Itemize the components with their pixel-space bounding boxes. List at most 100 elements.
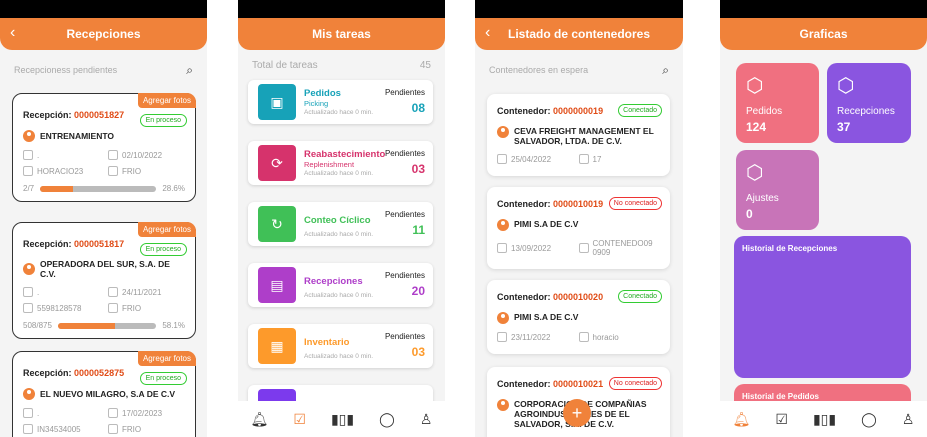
screen-graficas: Graficas ⬡ Pedidos 124 ⬡ Recepciones 37 … [720,0,927,437]
bottom-tab-bar: 🔔︎ ☑ ▮▯▮ ◯ ♙ [720,401,927,437]
pending-label: Pendientes [384,271,425,280]
task-card-conteo[interactable]: ↻ Conteo Cíclico Actualizado hace 0 min.… [248,202,433,246]
progress-bar [57,322,157,329]
progress-percent: 28.6% [162,184,185,193]
user-icon [497,126,509,138]
reception-card[interactable]: Agregar fotos En proceso Recepción: 0000… [12,222,196,339]
container-card[interactable]: Contenedor: 0000010019 No conectado PIMI… [487,187,670,269]
location-value: . [37,408,40,418]
location-icon [23,408,33,418]
search-icon[interactable]: ⌕ [186,63,193,78]
status-badge: En proceso [139,114,187,127]
location-value: . [37,287,40,297]
date-value: 24/11/2021 [122,287,162,297]
reception-card[interactable]: Agregar fotos En proceso Recepción: 0000… [12,93,196,202]
search-icon[interactable]: ⌕ [662,63,669,78]
container-card[interactable]: Contenedor: 0000000019 Conectado CEVA FR… [487,94,670,176]
date-value: 13/09/2022 [511,243,552,253]
task-card-reabastecimiento[interactable]: ⟳ Reabastecimiento Replenishment Actuali… [248,141,433,185]
container-card[interactable]: Contenedor: 0000010020 Conectado PIMI S.… [487,280,670,354]
page-title: Mis tareas [312,27,371,41]
container-label: Contenedor: [497,199,551,209]
task-card-pedidos[interactable]: ▣ Pedidos Picking Actualizado hace 0 min… [248,80,433,124]
add-photos-button[interactable]: Agregar fotos [137,93,196,108]
task-count: 11 [412,223,425,237]
box-icon: ⬡ [746,75,764,97]
reception-number: 0000052875 [74,368,125,378]
task-updated: Actualizado hace 0 min. [304,170,374,177]
tile-recepciones[interactable]: ⬡ Recepciones 37 [827,63,911,143]
bottom-tab-bar: 🔔︎ ☑ ▮▯▮ ◯ ♙ [238,401,445,437]
date-value: 23/11/2022 [511,332,551,342]
date-value: 25/04/2022 [511,154,552,164]
history-orders-title: Historial de Pedidos [742,392,819,401]
progress-count: 508/875 [23,321,52,330]
chat-icon[interactable]: ◯ [379,411,395,428]
client-name: ENTRENAMIENTO [40,131,114,141]
page-title: Recepciones [66,27,141,41]
progress-bar [40,185,157,192]
task-count: 08 [411,101,425,115]
tile-name: Ajustes [746,193,779,204]
add-photos-button[interactable]: Agregar fotos [137,222,196,237]
calendar-icon [497,332,507,342]
status-bar [475,0,683,18]
add-button[interactable]: + [563,399,591,427]
container-label: Contenedor: [497,292,551,302]
reception-label: Recepción: [23,110,72,120]
bell-icon[interactable]: 🔔︎ [733,411,751,428]
screen-mis-tareas: Mis tareas Total de tareas 45 ▣ Pedidos … [238,0,445,437]
profile-icon[interactable]: ♙ [420,411,433,428]
tasks-icon[interactable]: ☑ [775,411,788,428]
barcode-icon[interactable]: ▮▯▮ [813,411,836,428]
location-icon [23,150,33,160]
container-label: Contenedor: [497,106,551,116]
container-number: 0000010020 [553,292,604,302]
connection-badge: No conectado [608,197,662,210]
task-count: 20 [411,284,425,298]
extra-value: 17 [592,154,602,164]
calendar-icon [497,154,507,164]
barcode-icon[interactable]: ▮▯▮ [331,411,354,428]
date-value: 17/02/2023 [122,408,163,418]
calendar-icon [108,150,118,160]
box-icon: ▣ [258,84,296,120]
task-name: Recepciones [304,276,363,287]
back-icon[interactable]: ‹ [485,24,490,42]
task-count: 03 [411,345,425,359]
connection-badge: Conectado [618,104,662,117]
tasks-icon[interactable]: ☑ [293,411,306,428]
reception-label: Recepción: [23,368,72,378]
reception-card[interactable]: Agregar fotos En proceso Recepción: 0000… [12,351,196,437]
history-receptions-panel: Historial de Recepciones [734,236,911,378]
progress-percent: 58.1% [162,321,185,330]
page-title: Listado de contenedores [507,27,651,41]
pending-label: Pendientes [384,149,425,158]
history-receptions-title: Historial de Recepciones [742,244,838,253]
chat-icon[interactable]: ◯ [861,411,877,428]
app-bar: Graficas [720,18,927,50]
calendar-icon [108,408,118,418]
client-name: CEVA FREIGHT MANAGEMENT EL SALVADOR, LTD… [514,126,654,146]
status-badge: En proceso [139,372,187,385]
tile-pedidos[interactable]: ⬡ Pedidos 124 [736,63,819,143]
replenish-icon: ⟳ [258,145,296,181]
status-bar [0,0,207,18]
task-card-recepciones[interactable]: ▤ Recepciones Actualizado hace 0 min. Pe… [248,263,433,307]
back-icon[interactable]: ‹ [10,24,15,42]
reception-number: 0000051817 [74,239,125,249]
date-value: 02/10/2022 [122,150,163,160]
task-sub: Replenishment [304,160,355,169]
total-label: Total de tareas [252,59,318,71]
temp-value: FRIO [122,303,142,313]
add-photos-button[interactable]: Agregar fotos [137,351,196,366]
profile-icon[interactable]: ♙ [902,411,915,428]
bell-icon[interactable]: 🔔︎ [251,411,269,428]
reception-label: Recepción: [23,239,72,249]
user-icon [23,388,35,400]
task-card-inventario[interactable]: ▦ Inventario Actualizado hace 0 min. Pen… [248,324,433,368]
tile-value: 0 [746,207,753,221]
client-name: EL NUEVO MILAGRO, S.A DE C.V [40,389,176,399]
user-icon [23,263,35,275]
tile-ajustes[interactable]: ⬡ Ajustes 0 [736,150,819,230]
